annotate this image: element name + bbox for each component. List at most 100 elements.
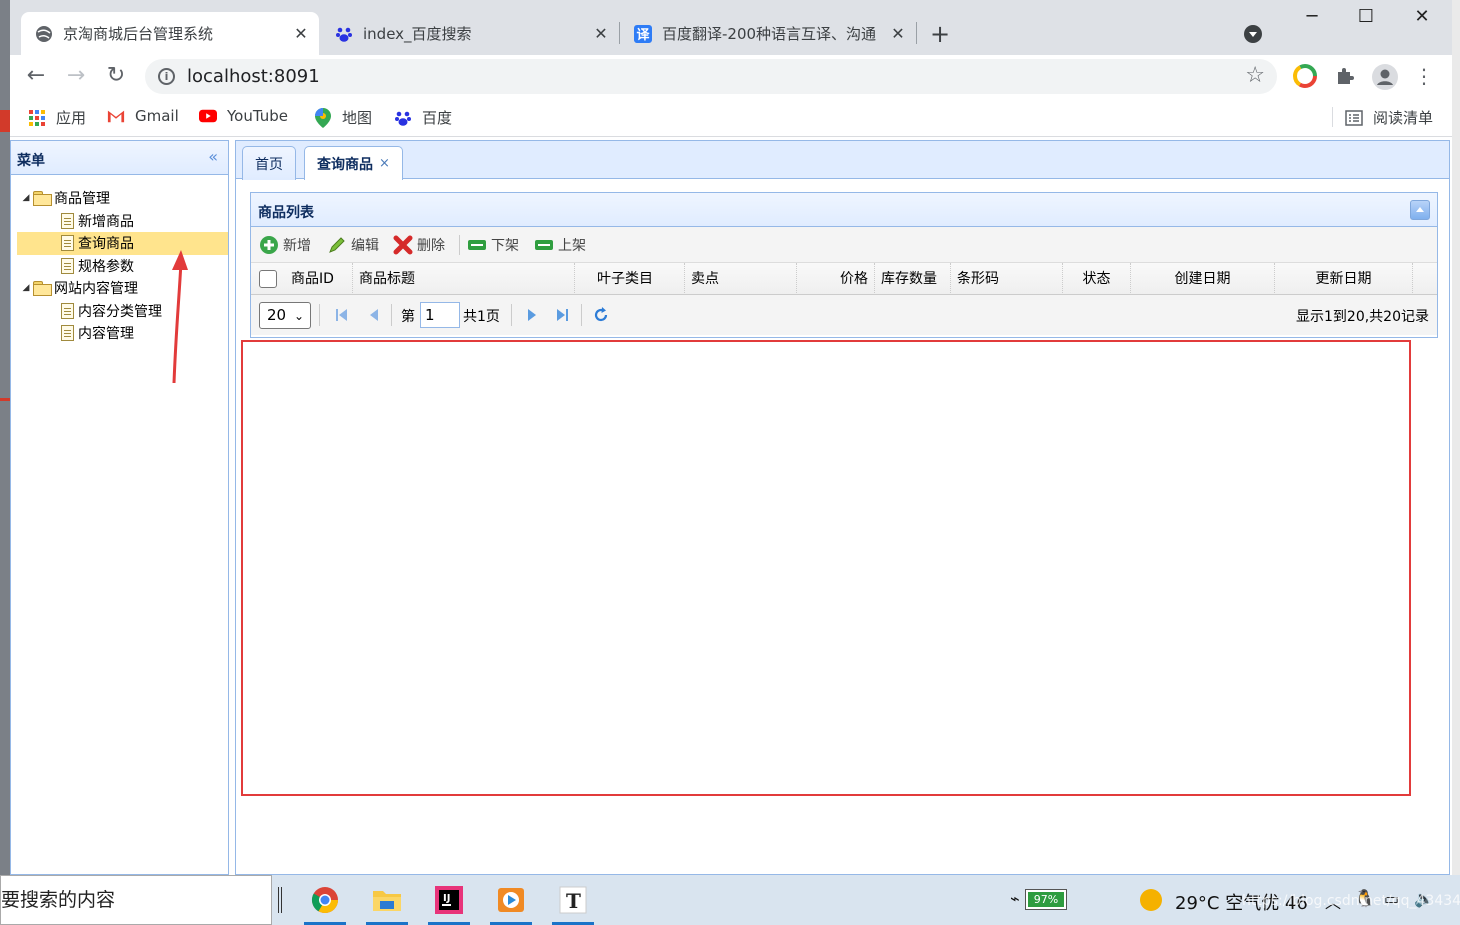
select-all-checkbox[interactable] [259, 270, 277, 288]
chrome-color-extension-icon[interactable] [1293, 64, 1317, 88]
taskbar-intellij[interactable]: IJ [426, 875, 472, 925]
back-arrow-icon[interactable]: ← [22, 63, 50, 89]
taskbar-media-player[interactable] [488, 875, 534, 925]
tab-search-icon[interactable] [1244, 25, 1262, 43]
tab-title: 京淘商城后台管理系统 [63, 25, 214, 43]
forward-arrow-icon[interactable]: → [62, 63, 90, 89]
baidu-paw-icon [335, 25, 353, 43]
button-label: 编辑 [351, 238, 379, 254]
expand-triangle-icon[interactable]: ◢ [19, 283, 33, 293]
watermark: https://blog.csdn.net/qq_43434 [1242, 893, 1460, 909]
file-icon [61, 302, 74, 319]
page-prefix: 第 [401, 309, 415, 325]
prev-page-icon[interactable] [367, 307, 381, 323]
tab-close-icon[interactable]: ✕ [888, 24, 908, 43]
refresh-icon[interactable] [593, 307, 609, 323]
tree-node-label: 商品管理 [54, 191, 110, 208]
take-off-shelf-button[interactable]: 下架 [467, 235, 519, 255]
tree-node-query-goods[interactable]: 查询商品 [17, 232, 228, 255]
puzzle-extensions-icon[interactable] [1333, 64, 1357, 88]
kebab-menu-icon[interactable]: ⋮ [1412, 64, 1436, 88]
url-text[interactable]: localhost:8091 [187, 66, 320, 87]
file-icon [61, 257, 74, 274]
tree-node-content-category[interactable]: 内容分类管理 [11, 300, 228, 323]
bookmark-baidu[interactable]: 百度 [394, 107, 452, 128]
tab-close-icon[interactable]: × [379, 156, 390, 171]
add-button[interactable]: 新增 [259, 235, 311, 255]
menu-panel: 菜单 « ◢ 商品管理 新增商品 查询商品 规格参数 ◢ 网站内容管理 内容分类… [10, 140, 229, 875]
bookmark-gmail[interactable]: Gmail [107, 107, 179, 125]
taskbar-file-explorer[interactable] [364, 875, 410, 925]
tab-close-icon[interactable]: ✕ [291, 24, 311, 43]
address-bar[interactable]: i localhost:8091 ☆ [145, 59, 1277, 94]
tree-node-goods-management[interactable]: ◢ 商品管理 [11, 187, 228, 210]
tab-title: index_百度搜索 [363, 25, 472, 43]
reading-list-button[interactable]: 阅读清单 [1345, 107, 1433, 128]
tab-query-goods[interactable]: 查询商品 × [304, 146, 403, 180]
column-header-updated[interactable]: 更新日期 [1275, 263, 1413, 295]
taskbar-chrome[interactable] [302, 875, 348, 925]
close-window-button[interactable]: ✕ [1402, 6, 1442, 27]
shelf-down-icon [467, 235, 487, 255]
datagrid-header: 商品列表 [251, 193, 1437, 227]
tree-node-label: 查询商品 [78, 236, 134, 253]
column-header-sell-point[interactable]: 卖点 [685, 263, 797, 295]
add-icon [259, 235, 279, 255]
bookmark-star-icon[interactable]: ☆ [1245, 63, 1265, 88]
tab-baidu-search[interactable]: index_百度搜索 ✕ [321, 12, 619, 55]
page-number-input[interactable]: 1 [420, 302, 460, 328]
bookmark-apps[interactable]: 应用 [28, 107, 86, 128]
column-header-category[interactable]: 叶子类目 [575, 263, 685, 295]
file-icon [61, 235, 74, 252]
column-header-id[interactable]: 商品ID [285, 263, 353, 295]
last-page-icon[interactable] [555, 307, 569, 323]
bookmark-label: 应用 [56, 109, 87, 127]
battery-indicator[interactable]: 97% [1025, 889, 1067, 910]
column-header-price[interactable]: 价格 [797, 263, 875, 295]
site-info-icon[interactable]: i [158, 68, 175, 85]
column-header-stock[interactable]: 库存数量 [875, 263, 951, 295]
tree-node-site-content-management[interactable]: ◢ 网站内容管理 [11, 277, 228, 300]
tree-node-add-goods[interactable]: 新增商品 [11, 210, 228, 233]
goods-datagrid: 商品列表 新增 编辑 删除 下架 上架 商品ID 商品标题 叶子类目 卖点 价格… [250, 192, 1438, 338]
profile-avatar-icon[interactable] [1372, 64, 1398, 90]
youtube-icon [199, 107, 217, 125]
tree-node-content-management[interactable]: 内容管理 [11, 322, 228, 345]
content-tabs-header: 首页 查询商品 × [236, 141, 1449, 180]
page-size-select[interactable]: 20 ⌄ [259, 302, 311, 329]
bookmark-maps[interactable]: 地图 [314, 107, 372, 128]
column-header-barcode[interactable]: 条形码 [951, 263, 1063, 295]
tab-home[interactable]: 首页 [242, 146, 296, 180]
maximize-button[interactable]: ☐ [1346, 6, 1386, 27]
taskbar-search-box[interactable]: 要搜索的内容 [0, 875, 272, 925]
tab-close-icon[interactable]: ✕ [591, 24, 611, 43]
datagrid-pager: 20 ⌄ 第 1 共1页 显示1到20,共20记录 [251, 295, 1437, 335]
column-header-created[interactable]: 创建日期 [1131, 263, 1275, 295]
column-header-title[interactable]: 商品标题 [353, 263, 575, 295]
edit-button[interactable]: 编辑 [327, 235, 379, 255]
pager-info: 显示1到20,共20记录 [1296, 309, 1429, 325]
tree-node-spec-params[interactable]: 规格参数 [11, 255, 228, 278]
minimize-button[interactable]: ─ [1292, 6, 1332, 27]
bookmarks-bar: 应用 Gmail YouTube 地图 百度 阅读清单 [10, 97, 1452, 137]
reload-icon[interactable]: ↻ [102, 63, 130, 89]
tab-baidu-translate[interactable]: 译 百度翻译-200种语言互译、沟通 ✕ [620, 12, 916, 55]
plus-icon[interactable]: + [930, 20, 950, 48]
button-label: 上架 [558, 238, 586, 254]
chrome-icon [311, 887, 339, 914]
page-total: 共1页 [463, 309, 500, 325]
collapse-up-icon[interactable] [1410, 200, 1430, 220]
tab-strip: 京淘商城后台管理系统 ✕ index_百度搜索 ✕ 译 百度翻译-200种语言互… [10, 0, 1452, 55]
expand-triangle-icon[interactable]: ◢ [19, 193, 33, 203]
next-page-icon[interactable] [525, 307, 539, 323]
first-page-icon[interactable] [335, 307, 349, 323]
taskbar-typora[interactable]: T [550, 875, 596, 925]
collapse-left-icon[interactable]: « [208, 147, 218, 166]
bookmark-youtube[interactable]: YouTube [199, 107, 288, 125]
bookmark-label: YouTube [227, 107, 288, 125]
tab-jingtao[interactable]: 京淘商城后台管理系统 ✕ [21, 12, 319, 55]
translate-icon: 译 [634, 24, 652, 43]
put-on-shelf-button[interactable]: 上架 [534, 235, 586, 255]
column-header-status[interactable]: 状态 [1063, 263, 1131, 295]
delete-button[interactable]: 删除 [393, 235, 445, 255]
